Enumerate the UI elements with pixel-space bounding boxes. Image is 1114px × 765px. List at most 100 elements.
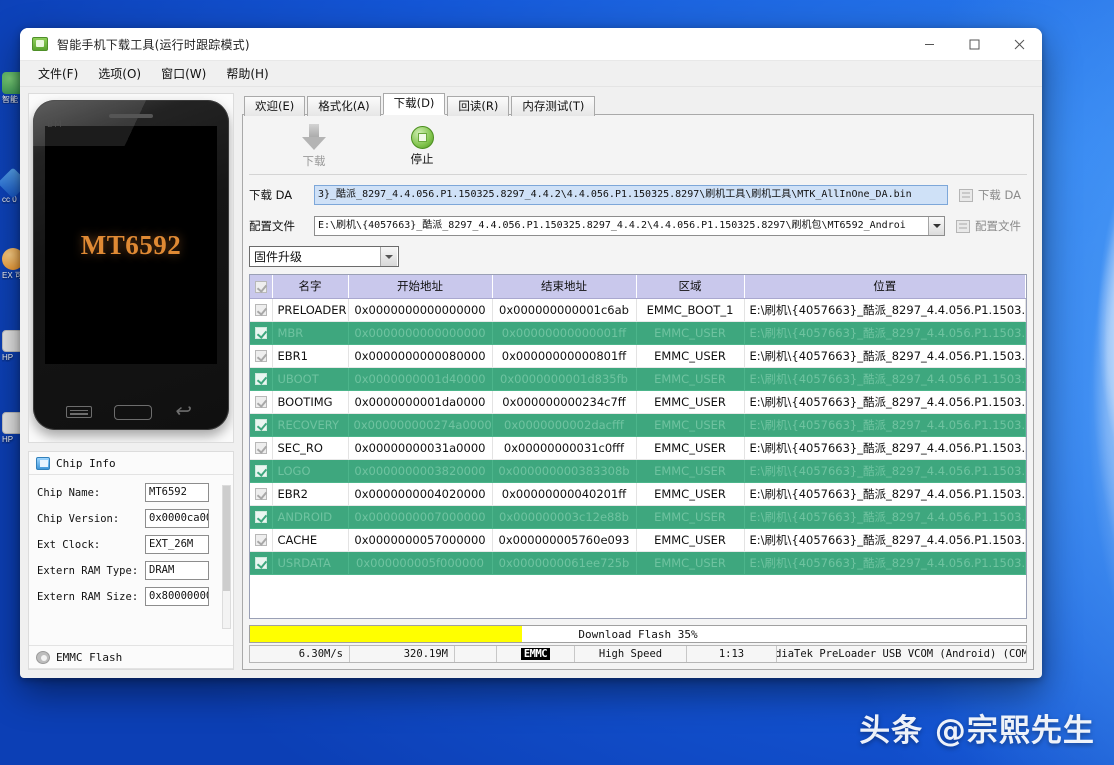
row-checkbox-cell[interactable] (250, 321, 273, 345)
checkbox-icon[interactable] (254, 419, 267, 431)
partition-table: 名字 开始地址 结束地址 区域 位置 PRELOADER 0x0000000000… (249, 274, 1027, 619)
chip-info-scrollbar[interactable] (222, 485, 231, 629)
table-row[interactable]: MBR 0x0000000000000000 0x00000000000001ff E… (250, 321, 1026, 345)
table-row[interactable]: UBOOT 0x0000000001d40000 0x0000000001d835f… (250, 367, 1026, 391)
maximize-button[interactable] (952, 28, 997, 60)
row-checkbox-cell[interactable] (250, 528, 273, 552)
download-button[interactable]: 下载 (283, 124, 345, 169)
checkbox-icon[interactable] (254, 465, 267, 477)
row-checkbox-cell[interactable] (250, 367, 273, 391)
row-checkbox-cell[interactable] (250, 459, 273, 483)
cell-start-address: 0x0000000057000000 (348, 528, 493, 552)
window-controls (907, 28, 1042, 60)
progress-bar: Download Flash 35% (249, 625, 1027, 643)
cell-region: EMMC_USER (636, 321, 745, 345)
watermark-text: 头条 @宗熙先生 (859, 712, 1095, 749)
progress-fill (250, 626, 522, 642)
scrollbar-thumb[interactable] (223, 486, 230, 592)
row-checkbox-cell[interactable] (250, 551, 273, 575)
phone-chip-label: MT6592 (80, 229, 182, 260)
row-checkbox-cell[interactable] (250, 436, 273, 460)
phone-brand-label: BM (47, 120, 63, 130)
cell-region: EMMC_USER (636, 505, 745, 529)
header-region[interactable]: 区域 (636, 275, 745, 299)
table-row[interactable]: RECOVERY 0x000000000274a0000 0x0000000002d… (250, 413, 1026, 437)
config-file-value: E:\刷机\{4057663}_酷派_8297_4.4.056.P1.15032… (318, 220, 906, 231)
checkbox-icon[interactable] (254, 350, 267, 362)
table-row[interactable]: LOGO 0x0000000003820000 0x000000000383308b… (250, 459, 1026, 483)
tab-welcome[interactable]: 欢迎(E) (244, 96, 306, 116)
table-row[interactable]: EBR2 0x0000000004020000 0x00000000040201ff… (250, 482, 1026, 506)
download-mode-select[interactable]: 固件升级 (249, 246, 399, 267)
cell-region: EMMC_USER (636, 367, 745, 391)
title-bar: 智能手机下载工具(运行时跟踪模式) (20, 28, 1042, 61)
tab-memtest[interactable]: 内存测试(T) (511, 96, 596, 116)
table-row[interactable]: EBR1 0x0000000000080000 0x00000000000801ff… (250, 344, 1026, 368)
cell-name: EBR1 (272, 344, 349, 368)
chevron-down-icon[interactable] (380, 247, 397, 266)
chip-icon (36, 457, 50, 470)
row-checkbox-cell[interactable] (250, 344, 273, 368)
row-checkbox-cell[interactable] (250, 298, 273, 322)
tab-format[interactable]: 格式化(A) (307, 96, 381, 116)
cell-region: EMMC_USER (636, 413, 745, 437)
emmc-flash-title: EMMC Flash (56, 651, 123, 664)
phone-nav-bar: ↩ (33, 402, 229, 421)
menu-file[interactable]: 文件(F) (28, 62, 88, 85)
table-row[interactable]: ANDROID 0x0000000007000000 0x000000003c12e… (250, 505, 1026, 529)
tab-readback[interactable]: 回读(R) (447, 96, 510, 116)
checkbox-icon[interactable] (254, 396, 267, 408)
row-checkbox-cell[interactable] (250, 505, 273, 529)
cell-end-address: 0x00000000040201ff (492, 482, 637, 506)
table-row[interactable]: BOOTIMG 0x0000000001da0000 0x000000000234c… (250, 390, 1026, 414)
cell-end-address: 0x0000000001d835fb (492, 367, 637, 391)
checkbox-icon[interactable] (254, 373, 267, 385)
menu-options[interactable]: 选项(O) (88, 62, 151, 85)
da-file-browse-button[interactable]: 下载 DA (955, 184, 1027, 206)
minimize-button[interactable] (907, 28, 952, 60)
row-checkbox-cell[interactable] (250, 413, 273, 437)
menu-bar: 文件(F) 选项(O) 窗口(W) 帮助(H) (20, 61, 1042, 87)
checkbox-icon[interactable] (254, 511, 267, 523)
checkbox-icon[interactable] (254, 557, 267, 569)
close-button[interactable] (997, 28, 1042, 60)
config-file-combo[interactable]: E:\刷机\{4057663}_酷派_8297_4.4.056.P1.15032… (314, 216, 945, 236)
table-row[interactable]: SEC_RO 0x00000000031a0000 0x00000000031c0f… (250, 436, 1026, 460)
cell-end-address: 0x000000000001c6ab (492, 298, 637, 322)
config-file-browse-button[interactable]: 配置文件 (952, 215, 1027, 237)
checkbox-icon[interactable] (254, 304, 267, 316)
da-file-input[interactable]: 3}_酷派_8297_4.4.056.P1.150325.8297_4.4.2\… (314, 185, 948, 205)
stop-button[interactable]: 停止 (391, 126, 453, 167)
checkbox-icon[interactable] (254, 280, 267, 293)
header-end-address[interactable]: 结束地址 (492, 275, 637, 299)
menu-help[interactable]: 帮助(H) (216, 62, 278, 85)
header-name[interactable]: 名字 (272, 275, 349, 299)
cell-end-address: 0x000000000234c7ff (492, 390, 637, 414)
header-location[interactable]: 位置 (744, 275, 1026, 299)
header-select-all[interactable] (250, 275, 273, 299)
cell-location: E:\刷机\{4057663}_酷派_8297_4.4.056.P1.1503.… (744, 459, 1026, 483)
checkbox-icon[interactable] (254, 442, 267, 454)
cell-name: UBOOT (272, 367, 349, 391)
extern-ram-type-label: Extern RAM Type: (37, 564, 139, 577)
menu-window[interactable]: 窗口(W) (151, 62, 216, 85)
cell-end-address: 0x00000000031c0fff (492, 436, 637, 460)
checkbox-icon[interactable] (254, 534, 267, 546)
tab-download[interactable]: 下载(D) (382, 93, 446, 115)
cell-start-address: 0x0000000007000000 (348, 505, 493, 529)
header-start-address[interactable]: 开始地址 (348, 275, 493, 299)
cell-name: ANDROID (272, 505, 349, 529)
window-title: 智能手机下载工具(运行时跟踪模式) (57, 37, 250, 52)
config-file-browse-label: 配置文件 (975, 219, 1021, 233)
cell-start-address: 0x0000000000080000 (348, 344, 493, 368)
row-checkbox-cell[interactable] (250, 390, 273, 414)
chevron-down-icon[interactable] (928, 217, 944, 235)
checkbox-icon[interactable] (254, 327, 267, 339)
application-window: 智能手机下载工具(运行时跟踪模式) 文件(F) 选项(O) 窗口(W) 帮助(H… (20, 28, 1042, 678)
checkbox-icon[interactable] (254, 488, 267, 500)
row-checkbox-cell[interactable] (250, 482, 273, 506)
cell-end-address: 0x000000003c12e88b (492, 505, 637, 529)
table-row[interactable]: PRELOADER 0x0000000000000000 0x00000000000… (250, 298, 1026, 322)
table-row[interactable]: USRDATA 0x000000005f000000 0x0000000061ee7… (250, 551, 1026, 575)
table-row[interactable]: CACHE 0x0000000057000000 0x000000005760e09… (250, 528, 1026, 552)
